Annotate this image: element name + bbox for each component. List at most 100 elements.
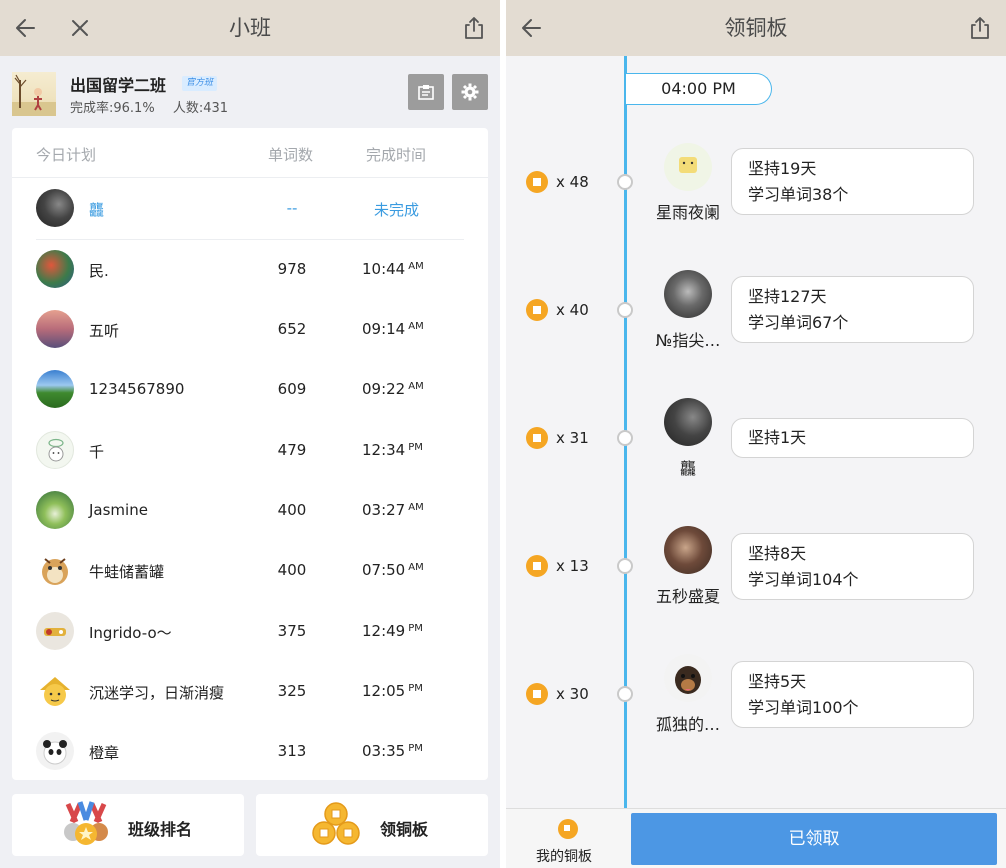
- member-name: 民.: [89, 262, 109, 280]
- nav-bar: 领铜板: [506, 0, 1006, 56]
- nav-bar: 小班: [0, 0, 500, 56]
- table-row[interactable]: 橙章 313 03:35 PM: [12, 722, 488, 782]
- finish-time: 09:14 AM: [362, 320, 424, 338]
- coin-count: x 13: [556, 557, 589, 575]
- member-count: 人数:431: [172, 101, 229, 116]
- streak-bubble: 坚持19天 学习单词38个: [731, 148, 974, 215]
- words-learned: 学习单词104个: [748, 570, 859, 589]
- member-name: 龘: [89, 201, 105, 219]
- header-time: 完成时间: [366, 146, 427, 164]
- copper-panel: 领铜板 04:00 PM x 48 星雨夜阑 坚持19天 学习单词38个 x 4…: [506, 0, 1006, 868]
- claim-copper-button[interactable]: 领铜板: [256, 794, 488, 856]
- clipboard-icon: [418, 85, 434, 100]
- streak-bubble: 坚持127天 学习单词67个: [731, 276, 974, 343]
- settings-button[interactable]: [452, 74, 488, 110]
- avatar[interactable]: [664, 143, 712, 191]
- avatar: [36, 189, 74, 227]
- entry-name: 星雨夜阑: [655, 203, 720, 222]
- bottom-bar: 我的铜板 已领取: [506, 808, 1006, 868]
- notice-button[interactable]: [408, 74, 444, 110]
- avatar[interactable]: [664, 654, 712, 702]
- claimed-button[interactable]: 已领取: [631, 813, 997, 865]
- header-words: 单词数: [268, 146, 314, 164]
- member-name: 橙章: [89, 744, 120, 762]
- finish-time: 10:44 AM: [362, 260, 424, 278]
- entry-name: 五秒盛夏: [655, 587, 720, 606]
- copper-coins-icon: [312, 802, 360, 845]
- coin-icon[interactable]: [558, 819, 578, 839]
- finish-time: 07:50 AM: [362, 561, 424, 579]
- close-icon[interactable]: [66, 14, 94, 42]
- completion-rate: 完成率:96.1%: [70, 101, 155, 116]
- entry-name: 孤独的…: [655, 715, 720, 734]
- medal-icon: [64, 801, 108, 845]
- coin-icon: [526, 683, 548, 705]
- streak-bubble: 坚持8天 学习单词104个: [731, 533, 974, 600]
- time-marker: 04:00 PM: [626, 73, 772, 105]
- table-row[interactable]: 民. 978 10:44 AM: [12, 240, 488, 300]
- class-header: 出国留学二班 官方班 完成率:96.1% 人数:431: [0, 56, 500, 128]
- member-name: 牛蛙储蓄罐: [89, 563, 165, 581]
- streak-bubble: 坚持1天: [731, 418, 974, 458]
- coin-count: x 30: [556, 685, 589, 703]
- nav-title: 领铜板: [724, 16, 788, 40]
- class-avatar[interactable]: [12, 72, 56, 116]
- class-ranking-label: 班级排名: [128, 820, 193, 839]
- avatar: [36, 250, 74, 288]
- coin-icon: [526, 555, 548, 577]
- class-ranking-button[interactable]: 班级排名: [12, 794, 244, 856]
- avatar: [36, 310, 74, 348]
- back-arrow-icon[interactable]: [12, 14, 40, 42]
- avatar[interactable]: [664, 398, 712, 446]
- coin-icon: [526, 171, 548, 193]
- streak-days: 坚持1天: [748, 428, 807, 447]
- word-count: 375: [277, 622, 307, 640]
- class-panel: 小班 出国留学二班 官方班 完成率:96.1% 人数:431 今日计划 单词数 …: [0, 0, 500, 868]
- finish-time: 09:22 AM: [362, 380, 424, 398]
- avatar: [36, 672, 74, 710]
- words-learned: 学习单词38个: [748, 185, 849, 204]
- avatar: [36, 612, 74, 650]
- gear-icon: [461, 83, 479, 101]
- header-plan: 今日计划: [36, 146, 97, 164]
- avatar[interactable]: [664, 526, 712, 574]
- avatar[interactable]: [664, 270, 712, 318]
- table-row[interactable]: 1234567890 609 09:22 AM: [12, 360, 488, 420]
- class-name: 出国留学二班: [70, 76, 167, 95]
- avatar: [36, 551, 74, 589]
- words-learned: 学习单词100个: [748, 698, 859, 717]
- streak-days: 坚持127天: [748, 287, 827, 306]
- streak-days: 坚持5天: [748, 672, 807, 691]
- word-count: 313: [277, 742, 307, 760]
- timeline-node: [617, 174, 633, 190]
- finish-time: 12:34 PM: [362, 441, 423, 459]
- my-coins-tab[interactable]: 我的铜板: [536, 846, 592, 866]
- avatar: [36, 491, 74, 529]
- share-icon[interactable]: [460, 14, 488, 42]
- timeline-node: [617, 686, 633, 702]
- claim-copper-label: 领铜板: [380, 820, 429, 839]
- avatar: [36, 370, 74, 408]
- finish-time: 03:35 PM: [362, 742, 423, 760]
- back-arrow-icon[interactable]: [518, 14, 546, 42]
- member-name: Ingrido-o～: [89, 624, 172, 642]
- finish-time: 12:05 PM: [362, 682, 423, 700]
- table-row[interactable]: 沉迷学习，日渐消瘦 325 12:05 PM: [12, 662, 488, 722]
- timeline-node: [617, 302, 633, 318]
- table-row[interactable]: Ingrido-o～ 375 12:49 PM: [12, 602, 488, 662]
- coin-count: x 48: [556, 173, 589, 191]
- today-plan-card: 今日计划 单词数 完成时间 龘 -- 未完成 民. 978 10:44 AM 五听…: [12, 128, 488, 780]
- class-stats: 完成率:96.1% 人数:431: [70, 97, 242, 116]
- entry-name: 龘: [679, 459, 696, 478]
- coin-count: x 31: [556, 429, 589, 447]
- avatar: [36, 732, 74, 770]
- share-icon[interactable]: [966, 14, 994, 42]
- coin-count: x 40: [556, 301, 589, 319]
- table-row[interactable]: 千 479 12:34 PM: [12, 421, 488, 481]
- table-row[interactable]: Jasmine 400 03:27 AM: [12, 481, 488, 541]
- member-name: Jasmine: [89, 501, 148, 519]
- table-row[interactable]: 龘 -- 未完成: [12, 179, 488, 239]
- word-count: 400: [277, 501, 307, 519]
- table-row[interactable]: 五听 652 09:14 AM: [12, 300, 488, 360]
- table-row[interactable]: 牛蛙储蓄罐 400 07:50 AM: [12, 541, 488, 601]
